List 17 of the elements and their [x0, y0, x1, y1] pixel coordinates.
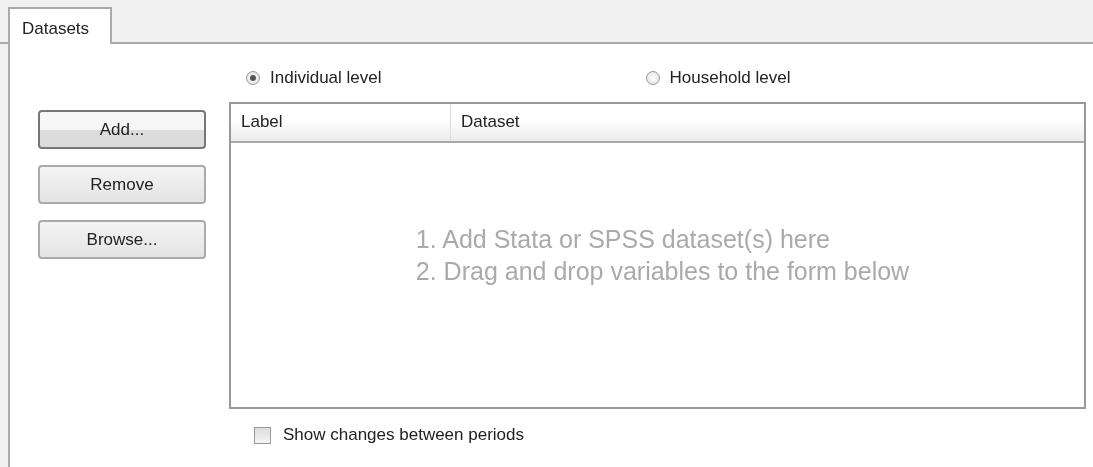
column-header[interactable]: Label [231, 104, 451, 141]
hint-text: 1. Add Stata or SPSS dataset(s) here [415, 224, 831, 255]
checkbox[interactable] [254, 426, 271, 444]
radio-button[interactable] [645, 71, 660, 85]
radio-label: Individual level [270, 68, 382, 88]
column-header[interactable]: Dataset [451, 104, 528, 141]
radio-button[interactable] [246, 71, 260, 85]
hint-text: 2. Drag and drop variables to the form below [415, 256, 910, 287]
tab[interactable]: Datasets [8, 7, 112, 44]
dataset-button[interactable]: Remove [38, 165, 206, 204]
checkbox-label: Show changes between periods [283, 425, 524, 445]
radio-label: Household level [669, 68, 791, 88]
radio-option[interactable]: Household level [645, 64, 791, 92]
show-changes-option[interactable]: Show changes between periods [254, 425, 1093, 445]
dataset-button[interactable]: Add... [38, 110, 206, 149]
radio-option[interactable]: Individual level [246, 64, 382, 92]
dataset-button[interactable]: Browse... [38, 220, 206, 259]
